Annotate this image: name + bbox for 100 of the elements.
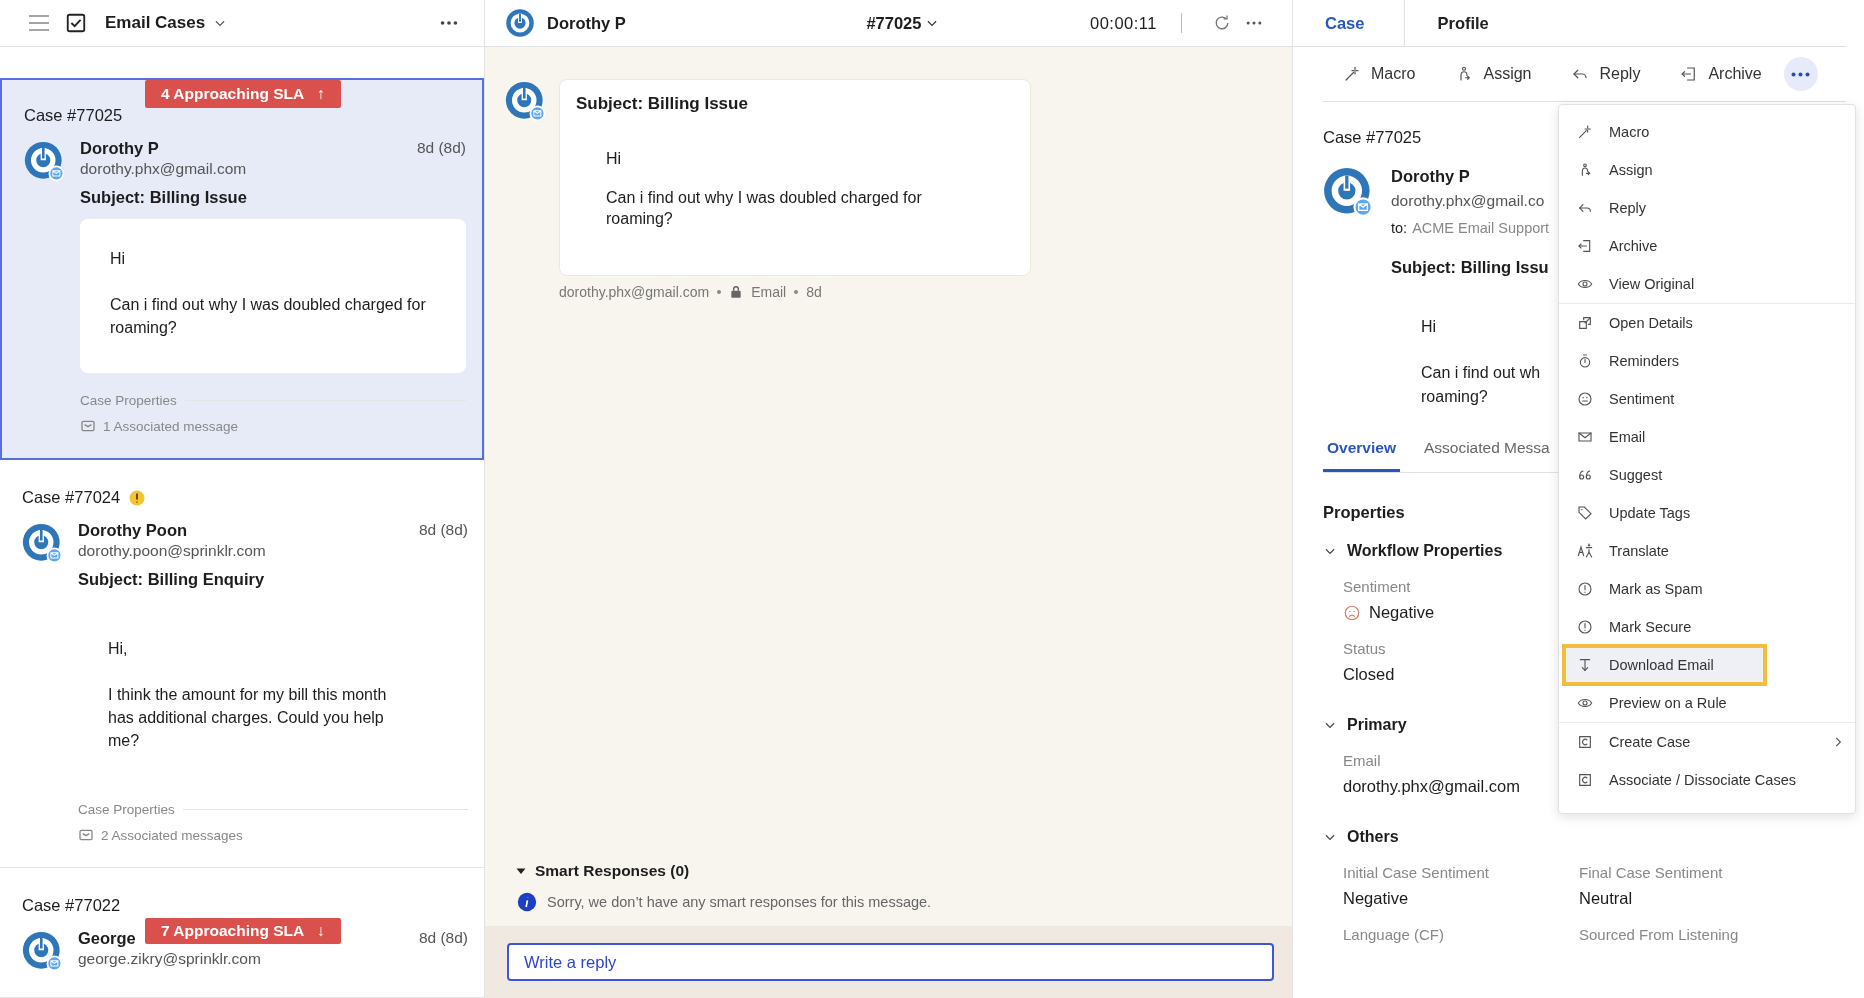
field-value: Negative — [1369, 603, 1435, 622]
field-label: Initial Case Sentiment — [1343, 864, 1489, 881]
message-text: roaming? — [1421, 387, 1489, 407]
recipient: ACME Email Support — [1412, 220, 1550, 236]
menu-item[interactable]: Reply — [1559, 189, 1855, 227]
menu-item[interactable]: Mark as Spam — [1559, 570, 1855, 608]
magic-wand-icon — [1343, 65, 1361, 83]
case-age: 8d (8d) — [418, 929, 468, 948]
menu-item[interactable]: Create Case — [1559, 723, 1855, 761]
action-button[interactable]: Assign — [1455, 65, 1532, 83]
menu-item[interactable]: Macro — [1559, 113, 1855, 151]
message-text: Can i find out wh — [1421, 363, 1541, 383]
associated-messages-link[interactable]: 2 Associated messages — [101, 827, 243, 843]
exit-icon — [1577, 238, 1593, 254]
channel-label: Email — [751, 284, 787, 300]
section-toggle[interactable]: Primary — [1323, 716, 1407, 734]
section-toggle[interactable]: Workflow Properties — [1323, 542, 1503, 560]
field-label: Status — [1343, 640, 1386, 657]
tab[interactable]: Associated Messa — [1419, 439, 1554, 472]
menu-item[interactable]: Update Tags — [1559, 494, 1855, 532]
reply-field[interactable]: Write a reply — [507, 943, 1274, 981]
info-icon — [517, 892, 537, 912]
field-value: Closed — [1343, 665, 1395, 684]
menu-item[interactable]: Mark Secure — [1559, 608, 1855, 646]
menu-item[interactable]: Preview on a Rule — [1559, 684, 1855, 722]
sla-badge: 4 Approaching SLA ↑ — [145, 80, 341, 108]
contact-email: george.zikry@sprinklr.com — [78, 950, 262, 968]
smart-responses-title[interactable]: Smart Responses (0) — [535, 862, 690, 880]
menu-item[interactable]: Download Email — [1564, 646, 1765, 684]
menu-item[interactable]: Associate / Dissociate Cases — [1559, 761, 1855, 799]
field-label: Language (CF) — [1343, 926, 1444, 943]
contact-email: dorothy.phx@gmail.co — [1391, 192, 1545, 210]
contact-name: George — [78, 929, 136, 948]
smiley-icon — [1577, 391, 1593, 407]
message-age: 8d — [806, 284, 822, 300]
letter-c-icon — [1577, 734, 1593, 750]
avatar-icon — [22, 931, 64, 973]
menu-item[interactable]: Open Details — [1559, 304, 1855, 342]
alert-icon — [1577, 619, 1593, 635]
email-subject: Subject: Billing Enquiry — [78, 570, 266, 589]
menu-item[interactable]: Reminders — [1559, 342, 1855, 380]
menu-item[interactable]: Archive — [1559, 227, 1855, 265]
external-window-icon — [1577, 315, 1593, 331]
envelope-icon — [1577, 429, 1593, 445]
contact-email: dorothy.poon@sprinklr.com — [78, 542, 267, 560]
menu-item[interactable]: Suggest — [1559, 456, 1855, 494]
envelope-icon — [78, 827, 94, 843]
contact-name: Dorothy Poon — [78, 521, 188, 540]
sender-email: dorothy.phx@gmail.com — [559, 284, 710, 300]
message-text: Hi — [606, 149, 623, 169]
case-selector[interactable]: #77025 — [866, 13, 940, 33]
info-text: Sorry, we don’t have any smart responses for this message. — [547, 894, 932, 910]
translate-icon — [1577, 543, 1593, 559]
field-value: dorothy.phx@gmail.com — [1343, 777, 1520, 796]
case-number: Case #77025 — [1323, 128, 1422, 147]
action-button[interactable]: Archive — [1680, 65, 1762, 83]
tab[interactable]: Case — [1293, 0, 1406, 46]
stopwatch-icon — [1577, 353, 1593, 369]
timer: 00:00:11 — [1090, 13, 1157, 33]
field-label: Final Case Sentiment — [1579, 864, 1723, 881]
more-button[interactable] — [1783, 57, 1818, 91]
case-card[interactable]: 4 Approaching SLA ↑ Case #77025 Dorothy P 8d (8d) dorothy.phx@gmail.com Subject: Billing Issue Hi Can i find out why I was doubled charged for roaming? Case Properties 1 Associated message — [0, 78, 484, 460]
menu-item[interactable]: Assign — [1559, 151, 1855, 189]
menu-item[interactable]: Email — [1559, 418, 1855, 456]
tab[interactable]: Overview — [1323, 439, 1400, 472]
menu-item[interactable]: Translate — [1559, 532, 1855, 570]
case-properties-label: Case Properties — [80, 393, 177, 408]
field-label: Sentiment — [1343, 578, 1411, 595]
field-value: Neutral — [1579, 889, 1633, 908]
case-age: 8d (8d) — [416, 139, 466, 158]
field-label: Sourced From Listening — [1579, 926, 1739, 943]
avatar-icon — [505, 8, 535, 38]
action-button[interactable]: Reply — [1571, 65, 1641, 83]
menu-item[interactable]: Sentiment — [1559, 380, 1855, 418]
section-toggle[interactable]: Others — [1323, 828, 1399, 846]
message-text: Hi, — [108, 639, 129, 659]
message-text: Can i find out why I was doubled charged for roaming? — [110, 295, 427, 338]
avatar-icon — [505, 81, 547, 123]
avatar-icon — [22, 523, 64, 565]
message-text: I think the amount for my bill this month has additional charges. Could you help me? — [108, 685, 388, 751]
message-text: Can i find out why I was doubled charged for roaming? — [606, 188, 923, 229]
email-subject: Subject: Billing Issu — [1391, 258, 1549, 277]
to-label: to: — [1391, 220, 1408, 236]
sla-badge: 7 Approaching SLA ↓ — [145, 918, 341, 944]
action-button[interactable]: Macro — [1343, 65, 1416, 83]
field-label: Email — [1343, 752, 1381, 769]
quote-icon — [1577, 467, 1593, 483]
tab[interactable]: Profile — [1405, 0, 1529, 46]
letter-c-icon — [1577, 772, 1593, 788]
download-icon — [1577, 657, 1593, 673]
case-properties-label: Case Properties — [78, 802, 175, 817]
magic-wand-icon — [1577, 124, 1593, 140]
contact-name: Dorothy P — [1391, 167, 1470, 186]
checkbox[interactable] — [65, 12, 87, 34]
case-card[interactable]: 7 Approaching SLA ↓ Case #77022 George 8d (8d) george.zikry@sprinklr.com — [0, 868, 484, 998]
avatar-icon — [24, 141, 66, 183]
contact-name: Dorothy P — [80, 139, 159, 158]
sad-face-icon — [1343, 603, 1361, 622]
menu-item[interactable]: View Original — [1559, 265, 1855, 303]
list-title[interactable]: Email Cases — [105, 13, 206, 33]
